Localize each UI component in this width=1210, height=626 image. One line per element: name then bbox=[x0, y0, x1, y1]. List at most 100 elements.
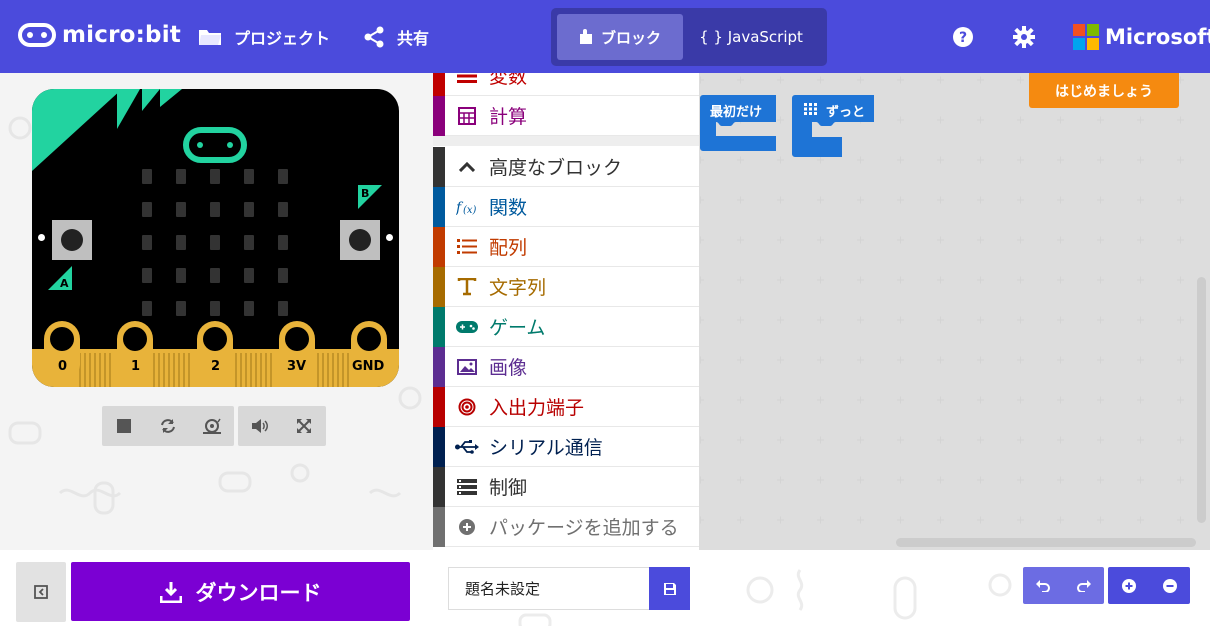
gamepad-icon bbox=[455, 315, 479, 339]
settings-button[interactable] bbox=[994, 0, 1054, 73]
microbit-logo[interactable]: micro:bit bbox=[18, 22, 181, 48]
pin-label: 3V bbox=[287, 359, 307, 374]
editor-mode-switch: ブロック { } JavaScript bbox=[551, 8, 827, 66]
collapse-icon bbox=[34, 585, 48, 599]
category-label: 配列 bbox=[489, 237, 528, 259]
category-label: 関数 bbox=[489, 197, 528, 219]
category-label: 制御 bbox=[489, 477, 528, 499]
save-button[interactable] bbox=[649, 567, 690, 610]
category-label: ゲーム bbox=[489, 317, 546, 339]
undo-redo-group bbox=[1023, 567, 1104, 604]
toolbox-category-advanced[interactable]: 高度なブロック bbox=[433, 146, 699, 187]
bottom-toolbar: ダウンロード bbox=[0, 550, 1210, 626]
top-menu-bar: micro:bit プロジェクト 共有 ブロック { } JavaScript … bbox=[0, 0, 1210, 73]
getting-started-button[interactable]: はじめましょう bbox=[1029, 73, 1179, 108]
tab-javascript-label: { } JavaScript bbox=[699, 28, 803, 46]
tab-blocks[interactable]: ブロック bbox=[557, 14, 683, 60]
zoom-group bbox=[1108, 567, 1190, 604]
pin-label: 2 bbox=[211, 359, 221, 374]
forever-block[interactable]: ずっと bbox=[792, 95, 876, 157]
block-toolbox: 変数 計算 高度なブロック f (x) 関数 配列 文字列 ゲーム 画像 入出力… bbox=[433, 73, 699, 550]
category-label: 計算 bbox=[489, 106, 528, 128]
zoom-out-icon bbox=[1162, 578, 1177, 593]
toolbox-category-functions[interactable]: f (x) 関数 bbox=[433, 186, 699, 227]
toolbox-category-math[interactable]: 計算 bbox=[433, 95, 699, 136]
toolbox-category-variables[interactable]: 変数 bbox=[433, 73, 699, 96]
led bbox=[142, 169, 152, 184]
usb-icon bbox=[455, 435, 479, 459]
calculator-icon bbox=[455, 104, 479, 128]
led bbox=[210, 301, 220, 316]
workspace-vertical-scrollbar[interactable] bbox=[1197, 277, 1206, 523]
led bbox=[244, 235, 254, 250]
fullscreen-button[interactable] bbox=[282, 406, 326, 446]
redo-icon bbox=[1076, 579, 1091, 592]
led bbox=[244, 169, 254, 184]
grid-icon bbox=[804, 103, 817, 115]
toolbox-add-package[interactable]: パッケージを追加する bbox=[433, 506, 699, 547]
led bbox=[278, 301, 288, 316]
microsoft-label: Microsoft bbox=[1105, 25, 1210, 49]
control-icon bbox=[455, 475, 479, 499]
workspace-horizontal-scrollbar[interactable] bbox=[896, 538, 1196, 547]
led bbox=[278, 202, 288, 217]
stop-button[interactable] bbox=[102, 406, 146, 446]
led bbox=[278, 169, 288, 184]
speaker-icon bbox=[252, 419, 268, 433]
led bbox=[278, 235, 288, 250]
led bbox=[142, 301, 152, 316]
text-icon bbox=[455, 275, 479, 299]
toolbox-category-arrays[interactable]: 配列 bbox=[433, 226, 699, 267]
led bbox=[244, 202, 254, 217]
simulator-panel: A B 0 1 2 3V GND bbox=[0, 73, 433, 550]
blocks-workspace[interactable]: 最初だけ ずっと はじめましょう bbox=[699, 73, 1210, 550]
zoom-out-button[interactable] bbox=[1149, 567, 1190, 604]
gear-icon bbox=[1013, 25, 1035, 48]
restart-icon bbox=[161, 419, 175, 433]
folder-icon bbox=[199, 30, 221, 45]
redo-button[interactable] bbox=[1064, 567, 1105, 604]
toolbox-category-serial[interactable]: シリアル通信 bbox=[433, 426, 699, 467]
microsoft-logo-icon bbox=[1073, 24, 1099, 50]
slowmo-button[interactable] bbox=[190, 406, 234, 446]
project-name-input[interactable] bbox=[448, 567, 650, 610]
microsoft-logo[interactable]: Microsoft bbox=[1073, 24, 1210, 50]
toolbox-category-images[interactable]: 画像 bbox=[433, 346, 699, 387]
zoom-in-button[interactable] bbox=[1108, 567, 1149, 604]
toolbox-category-text[interactable]: 文字列 bbox=[433, 266, 699, 307]
projects-button[interactable]: プロジェクト bbox=[198, 25, 330, 49]
share-button[interactable]: 共有 bbox=[363, 25, 429, 49]
share-icon bbox=[364, 26, 384, 48]
category-label: パッケージを追加する bbox=[489, 517, 679, 539]
download-button[interactable]: ダウンロード bbox=[71, 562, 410, 621]
chevron-up-icon bbox=[455, 155, 479, 179]
toolbox-category-control[interactable]: 制御 bbox=[433, 466, 699, 507]
on-start-label: 最初だけ bbox=[710, 105, 763, 120]
category-label: 変数 bbox=[489, 73, 528, 88]
on-start-block[interactable]: 最初だけ bbox=[700, 95, 776, 155]
led bbox=[244, 268, 254, 283]
board-right-dot bbox=[386, 234, 393, 241]
button-b[interactable] bbox=[340, 220, 380, 260]
list-icon bbox=[455, 235, 479, 259]
svg-text:?: ? bbox=[959, 30, 967, 46]
mute-button[interactable] bbox=[238, 406, 282, 446]
workspace-grid bbox=[700, 73, 1210, 550]
collapse-simulator-button[interactable] bbox=[16, 562, 66, 622]
led bbox=[210, 235, 220, 250]
button-a[interactable] bbox=[52, 220, 92, 260]
led bbox=[176, 301, 186, 316]
toolbox-category-game[interactable]: ゲーム bbox=[433, 306, 699, 347]
tab-javascript[interactable]: { } JavaScript bbox=[683, 14, 819, 60]
help-button[interactable]: ? bbox=[933, 0, 993, 73]
category-label: シリアル通信 bbox=[489, 437, 603, 459]
led-matrix bbox=[142, 169, 288, 316]
led bbox=[176, 202, 186, 217]
toolbox-category-pins[interactable]: 入出力端子 bbox=[433, 386, 699, 427]
snail-icon bbox=[203, 418, 221, 434]
undo-button[interactable] bbox=[1023, 567, 1064, 604]
board-logo-icon bbox=[183, 127, 247, 163]
save-icon bbox=[663, 582, 676, 595]
getting-started-label: はじめましょう bbox=[1055, 83, 1153, 100]
restart-button[interactable] bbox=[146, 406, 190, 446]
